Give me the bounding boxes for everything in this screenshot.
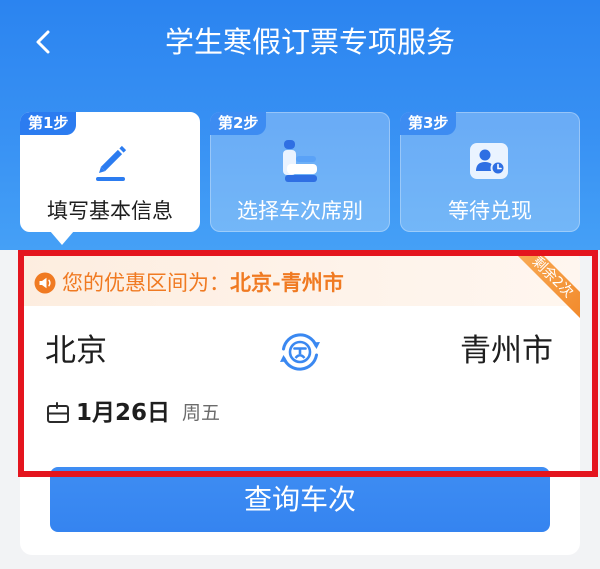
calendar-icon (47, 402, 69, 423)
seat-icon-armrest (296, 156, 316, 162)
seat-icon-cushion (287, 164, 317, 174)
step-label-1: 填写基本信息 (47, 199, 173, 223)
departure-weekday: 周五 (182, 402, 221, 424)
step-label-2: 选择车次席别 (237, 199, 363, 223)
search-trains-button[interactable]: 查询车次 (50, 467, 550, 532)
seat-icon-base (285, 175, 317, 182)
to-station[interactable]: 青州市 (460, 330, 553, 372)
pen-icon-shaft (100, 149, 123, 172)
from-station[interactable]: 北京 (45, 330, 107, 372)
discount-notice-prefix: 您的优惠区间为： (62, 271, 230, 295)
app-screen: 学生寒假订票专项服务 第1步 填写基本信息 第2步 选择车次席别 第3步 等待兑… (0, 0, 600, 569)
step-badge-3: 第3步 (400, 112, 457, 135)
step-card-2: 第2步 选择车次席别 (210, 112, 390, 232)
ticket-user-icon-head (479, 149, 491, 161)
discount-notice-route: 北京-青州市 (230, 271, 344, 295)
page-title: 学生寒假订票专项服务 (164, 25, 455, 59)
megaphone-icon (34, 272, 56, 294)
step-card-1: 第1步 填写基本信息 (20, 112, 200, 232)
seat-icon-headrest (284, 140, 295, 149)
pen-icon (96, 145, 127, 181)
swap-icon-logo-rail (294, 354, 306, 359)
step-card-3: 第3步 等待兑现 (400, 112, 580, 232)
pen-icon-underline (96, 177, 125, 181)
step-badge-1: 第1步 (20, 112, 77, 135)
chevron-left-stroke (36, 30, 50, 54)
swap-icon-top-arrow (312, 342, 320, 349)
pen-icon-cap (119, 145, 127, 153)
ticket-user-icon (470, 143, 508, 179)
swap-icon-bottom-arrow (280, 355, 288, 362)
swap-stations-icon[interactable] (276, 328, 324, 376)
discount-notice-text: 您的优惠区间为：北京-青州市 (62, 270, 344, 296)
step-label-3: 等待兑现 (448, 199, 532, 223)
seat-icon (283, 140, 317, 182)
chevron-left-icon (36, 30, 50, 54)
ribbon-text: 剩余2次 (529, 253, 577, 301)
step-badge-2: 第2步 (210, 112, 267, 135)
back-button[interactable] (28, 26, 58, 58)
departure-date: 1月26日 (76, 400, 171, 426)
departure-date-selector[interactable]: 1月26日 周五 (46, 397, 220, 429)
booking-card: 您的优惠区间为：北京-青州市 剩余2次 北京 青州市 1月26日 周五 查询车次 (20, 250, 580, 555)
active-step-pointer (50, 231, 74, 245)
remaining-count-ribbon: 剩余2次 (512, 250, 580, 318)
discount-notice-banner: 您的优惠区间为：北京-青州市 (20, 250, 580, 306)
